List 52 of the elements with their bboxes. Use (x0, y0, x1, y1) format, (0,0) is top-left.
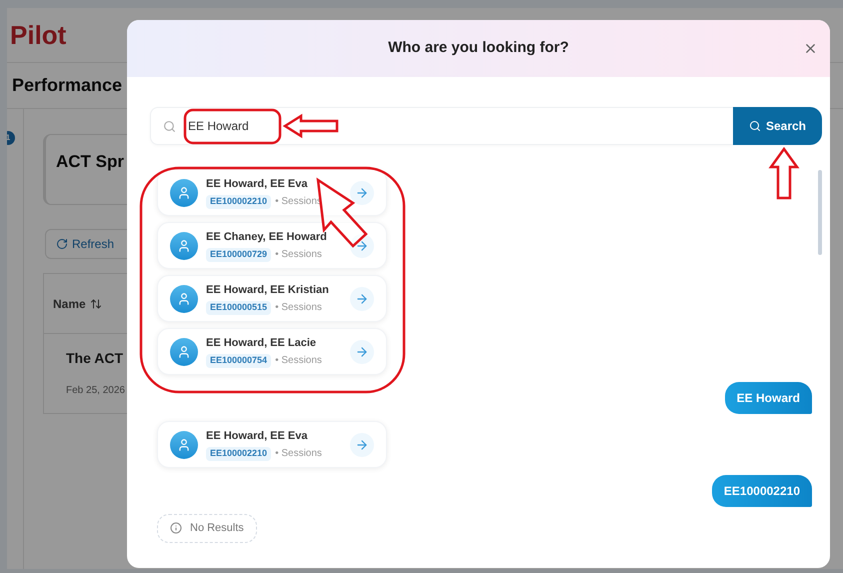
person-name: EE Howard, EE Eva (206, 176, 308, 192)
page-title: Performance (12, 74, 122, 97)
user-message-bubble: EE100002210 (712, 475, 812, 507)
search-button[interactable]: Search (733, 107, 822, 145)
open-arrow-button[interactable] (350, 234, 374, 258)
open-arrow-button[interactable] (350, 340, 374, 364)
app-logo: Pilot (10, 18, 66, 52)
row-date: Feb 25, 2026 (66, 384, 126, 398)
search-icon (748, 120, 761, 132)
annotation-arrow (768, 146, 800, 200)
result-card[interactable]: EE Chaney, EE Howard EE100000729 • Sessions (157, 222, 387, 269)
card-title: ACT Spr (56, 152, 124, 171)
row-title: The ACT (66, 349, 124, 368)
id-tag: EE100000754 (206, 354, 272, 368)
arrow-right-icon (355, 344, 369, 358)
notice-text: No Results (190, 521, 244, 536)
open-arrow-button[interactable] (350, 180, 374, 204)
annotation-arrow (282, 114, 338, 138)
avatar-icon (170, 338, 198, 366)
sessions-label: • Sessions (275, 354, 322, 368)
id-tag: EE100002210 (206, 447, 272, 460)
avatar-icon (170, 232, 198, 260)
avatar-icon (170, 430, 198, 458)
sort-icon[interactable] (90, 298, 102, 310)
id-tag: EE100000729 (206, 248, 272, 262)
sessions-label: • Sessions (275, 248, 322, 262)
id-tag: EE100000515 (206, 301, 272, 314)
person-name: EE Howard, EE Eva (206, 428, 308, 444)
column-header[interactable]: Name (53, 294, 86, 312)
info-icon (170, 522, 182, 534)
open-arrow-button[interactable] (350, 432, 374, 456)
result-card[interactable]: EE Howard, EE Eva EE100002210 • Sessions (157, 421, 387, 468)
person-name: EE Howard, EE Kristian (206, 282, 330, 298)
refresh-icon (56, 238, 68, 250)
arrow-right-icon (355, 292, 369, 306)
sessions-label: • Sessions (275, 301, 322, 316)
search-icon (163, 120, 176, 132)
person-name: EE Chaney, EE Howard (206, 230, 328, 245)
id-tag: EE100002210 (206, 195, 272, 208)
result-card[interactable]: EE Howard, EE Kristian EE100000515 • Sessions (157, 275, 387, 322)
search-value: EE Howard (188, 118, 249, 135)
search-field[interactable]: EE Howard (150, 107, 733, 145)
dialog-title: Who are you looking for? (388, 38, 569, 58)
person-name: EE Howard, EE Lacie (206, 336, 318, 351)
open-arrow-button[interactable] (350, 286, 374, 310)
sessions-label: • Sessions (275, 447, 322, 462)
avatar-icon (170, 178, 198, 206)
avatar-icon (170, 284, 198, 312)
result-card[interactable]: EE Howard, EE Lacie EE100000754 • Sessions (157, 328, 387, 375)
scrollbar[interactable] (818, 170, 822, 255)
user-message-bubble: EE Howard (724, 382, 812, 414)
arrow-right-icon (355, 438, 369, 452)
